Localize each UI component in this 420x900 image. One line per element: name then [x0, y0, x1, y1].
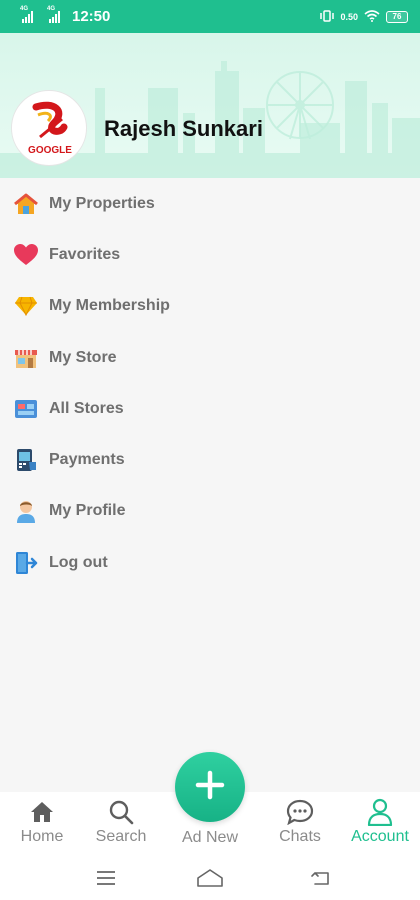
menu-item-label: All Stores: [49, 399, 124, 417]
menu-item-favorites[interactable]: Favorites: [0, 229, 420, 280]
signal-icon-2: 4G: [47, 6, 60, 23]
status-left: 4G 4G 12:50: [20, 6, 111, 26]
status-right: 0.50 76: [320, 9, 408, 24]
add-new-button[interactable]: [175, 752, 245, 822]
avatar[interactable]: GOOGLE: [12, 91, 86, 165]
menu-item-my-store[interactable]: My Store: [0, 332, 420, 383]
nav-account-label: Account: [351, 828, 409, 845]
nav-search-label: Search: [95, 828, 147, 845]
diamond-icon: [13, 293, 39, 319]
nav-chats[interactable]: Chats: [258, 792, 342, 860]
account-menu: My Properties Favorites My Membership My…: [0, 178, 420, 588]
stores-icon: [13, 396, 39, 422]
vibrate-icon: [320, 9, 335, 24]
back-icon[interactable]: [306, 866, 336, 890]
menu-item-label: My Store: [49, 348, 117, 366]
menu-item-all-stores[interactable]: All Stores: [0, 383, 420, 434]
menu-item-label: My Properties: [49, 194, 155, 212]
search-icon: [108, 798, 134, 826]
account-icon: [367, 798, 393, 826]
add-new-label: Ad New: [181, 829, 239, 846]
status-time: 12:50: [72, 8, 111, 25]
plus-icon: [195, 770, 225, 805]
battery-icon: 76: [386, 10, 408, 23]
menu-item-payments[interactable]: Payments: [0, 434, 420, 485]
system-nav-bar: [0, 860, 420, 900]
menu-item-my-properties[interactable]: My Properties: [0, 178, 420, 229]
menu-item-my-profile[interactable]: My Profile: [0, 486, 420, 537]
nav-home-label: Home: [20, 828, 64, 845]
wifi-icon: [364, 9, 380, 24]
chat-icon: [286, 798, 314, 826]
menu-item-label: Log out: [49, 553, 108, 571]
menu-item-label: My Membership: [49, 297, 170, 315]
menu-item-log-out[interactable]: Log out: [0, 537, 420, 588]
network-type-2: 4G: [47, 5, 56, 12]
user-name: Rajesh Sunkari: [104, 116, 263, 141]
home-icon: [30, 798, 54, 826]
menu-icon[interactable]: [91, 866, 121, 890]
network-speed: 0.50: [340, 11, 358, 22]
house-icon: [13, 191, 39, 217]
menu-item-label: Payments: [49, 451, 125, 469]
profile-icon: [13, 498, 39, 524]
storefront-icon: [13, 345, 39, 371]
signal-icon: 4G: [20, 6, 33, 23]
nav-account[interactable]: Account: [338, 792, 420, 860]
brand-logo: GOOGLE: [14, 93, 84, 163]
profile-header: GOOGLE Rajesh Sunkari: [0, 33, 420, 178]
heart-icon: [13, 242, 39, 268]
status-bar: 4G 4G 12:50 0.50 76: [0, 0, 420, 33]
battery-level: 76: [392, 12, 402, 21]
payment-icon: [13, 447, 39, 473]
nav-home[interactable]: Home: [0, 792, 84, 860]
home-button-icon[interactable]: [195, 866, 225, 890]
menu-item-my-membership[interactable]: My Membership: [0, 281, 420, 332]
logout-icon: [13, 550, 39, 576]
network-type-1: 4G: [20, 5, 29, 12]
logo-text: GOOGLE: [28, 145, 72, 156]
menu-item-label: Favorites: [49, 245, 121, 263]
nav-search[interactable]: Search: [79, 792, 163, 860]
nav-chats-label: Chats: [279, 828, 321, 845]
menu-item-label: My Profile: [49, 502, 126, 520]
